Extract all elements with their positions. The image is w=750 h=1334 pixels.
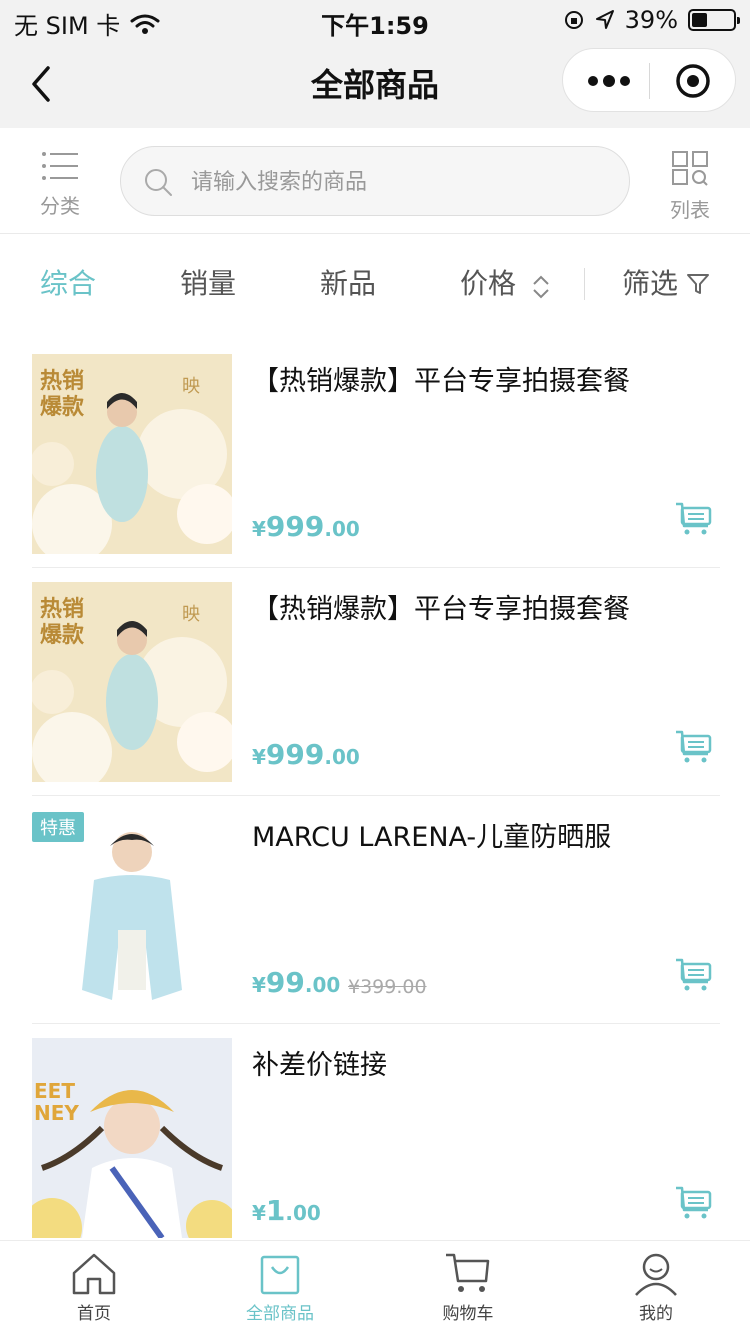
add-to-cart-icon[interactable] (674, 726, 714, 766)
bottom-tab-bar: 首页 全部商品 购物车 我的 (0, 1240, 750, 1334)
svg-text:映: 映 (182, 604, 200, 625)
list-label: 列表 (670, 198, 710, 222)
image-caption-line-1: 热销 (40, 368, 84, 394)
tabbar-mine[interactable]: 我的 (596, 1249, 716, 1324)
search-icon (145, 169, 172, 196)
category-button[interactable]: 分类 (30, 150, 90, 218)
add-to-cart-icon[interactable] (674, 1182, 714, 1222)
tabbar-mine-label: 我的 (639, 1304, 673, 1324)
tabbar-all-products-label: 全部商品 (246, 1304, 314, 1324)
original-price: ¥399.00 (348, 976, 427, 998)
tab-price-label: 价格 (460, 267, 517, 300)
close-mini-program-icon[interactable] (675, 63, 711, 99)
add-to-cart-icon[interactable] (674, 954, 714, 994)
location-icon (595, 10, 614, 29)
svg-text:映: 映 (182, 376, 200, 397)
product-image: EET NEY (32, 1038, 232, 1238)
product-title: 补差价链接 (252, 1050, 387, 1081)
product-item[interactable]: EET NEY 补差价链接 ¥1.00 (32, 1024, 720, 1252)
orientation-lock-icon (564, 11, 583, 29)
category-label: 分类 (40, 194, 80, 218)
tabbar-home-label: 首页 (77, 1304, 111, 1324)
nav-bar: 全部商品 (0, 40, 750, 128)
tab-divider (584, 268, 585, 300)
category-list-icon (42, 152, 78, 180)
status-right: 39% (563, 6, 740, 34)
svg-text:NEY: NEY (34, 1101, 79, 1125)
product-item[interactable]: 热销 爆款 映 【热销爆款】平台专享拍摄套餐 ¥999.00 (32, 568, 720, 796)
tab-filter-label: 筛选 (622, 267, 679, 300)
tabbar-cart[interactable]: 购物车 (408, 1249, 528, 1324)
product-title: MARCU LARENA-儿童防晒服 (252, 822, 612, 853)
product-title: 【热销爆款】平台专享拍摄套餐 (252, 366, 630, 397)
home-icon (72, 1253, 116, 1295)
search-box[interactable] (120, 146, 630, 216)
shopping-bag-icon (260, 1255, 300, 1295)
tabbar-home[interactable]: 首页 (34, 1249, 154, 1324)
product-title: 【热销爆款】平台专享拍摄套餐 (252, 594, 630, 625)
search-row: 分类 列表 (0, 128, 750, 234)
tab-price[interactable]: 价格 (460, 262, 516, 302)
product-list: 热销 爆款 映 【热销爆款】平台专享拍摄套餐 ¥999.00 热销 爆款 映 【… (32, 340, 720, 1252)
promo-badge: 特惠 (32, 812, 84, 842)
tabbar-cart-label: 购物车 (442, 1304, 494, 1324)
svg-text:EET: EET (34, 1079, 75, 1103)
cart-icon (446, 1253, 490, 1292)
more-icon[interactable] (587, 65, 631, 97)
page: 无 SIM 卡 下午1:59 39% 全部商品 分类 请输入搜索的商品 列表 综… (0, 0, 750, 1334)
filter-icon (687, 274, 709, 294)
product-price: ¥1.00 (252, 1194, 321, 1227)
search-input[interactable] (191, 161, 611, 203)
tab-new[interactable]: 新品 (320, 262, 376, 302)
product-price: ¥99.00 (252, 966, 341, 999)
grid-view-icon (672, 151, 708, 186)
mini-program-capsule (562, 48, 736, 112)
capsule-divider (649, 63, 650, 99)
tab-comprehensive[interactable]: 综合 (40, 262, 96, 302)
product-image: 热销 爆款 映 (32, 354, 232, 554)
svg-text:热销: 热销 (40, 596, 84, 622)
product-price: ¥999.00 (252, 510, 360, 543)
product-image: 热销 爆款 映 (32, 582, 232, 782)
svg-text:爆款: 爆款 (40, 622, 85, 648)
sort-toggle-icon (533, 275, 549, 299)
status-bar: 无 SIM 卡 下午1:59 39% (0, 0, 750, 40)
tab-sales[interactable]: 销量 (180, 262, 236, 302)
add-to-cart-icon[interactable] (674, 498, 714, 538)
tabbar-all-products[interactable]: 全部商品 (220, 1249, 340, 1324)
sort-tabs: 综合 销量 新品 价格 筛选 (0, 234, 750, 332)
user-icon (635, 1253, 677, 1296)
product-price: ¥999.00 (252, 738, 360, 771)
battery-icon (688, 9, 740, 31)
image-caption-line-2: 爆款 (40, 394, 85, 420)
list-view-button[interactable]: 列表 (660, 150, 720, 222)
tab-filter[interactable]: 筛选 (622, 262, 678, 302)
product-item[interactable]: 热销 爆款 映 【热销爆款】平台专享拍摄套餐 ¥999.00 (32, 340, 720, 568)
product-item[interactable]: 特惠 MARCU LARENA-儿童防晒服 ¥99.00 ¥399.00 (32, 796, 720, 1024)
battery-percent: 39% (624, 6, 678, 34)
